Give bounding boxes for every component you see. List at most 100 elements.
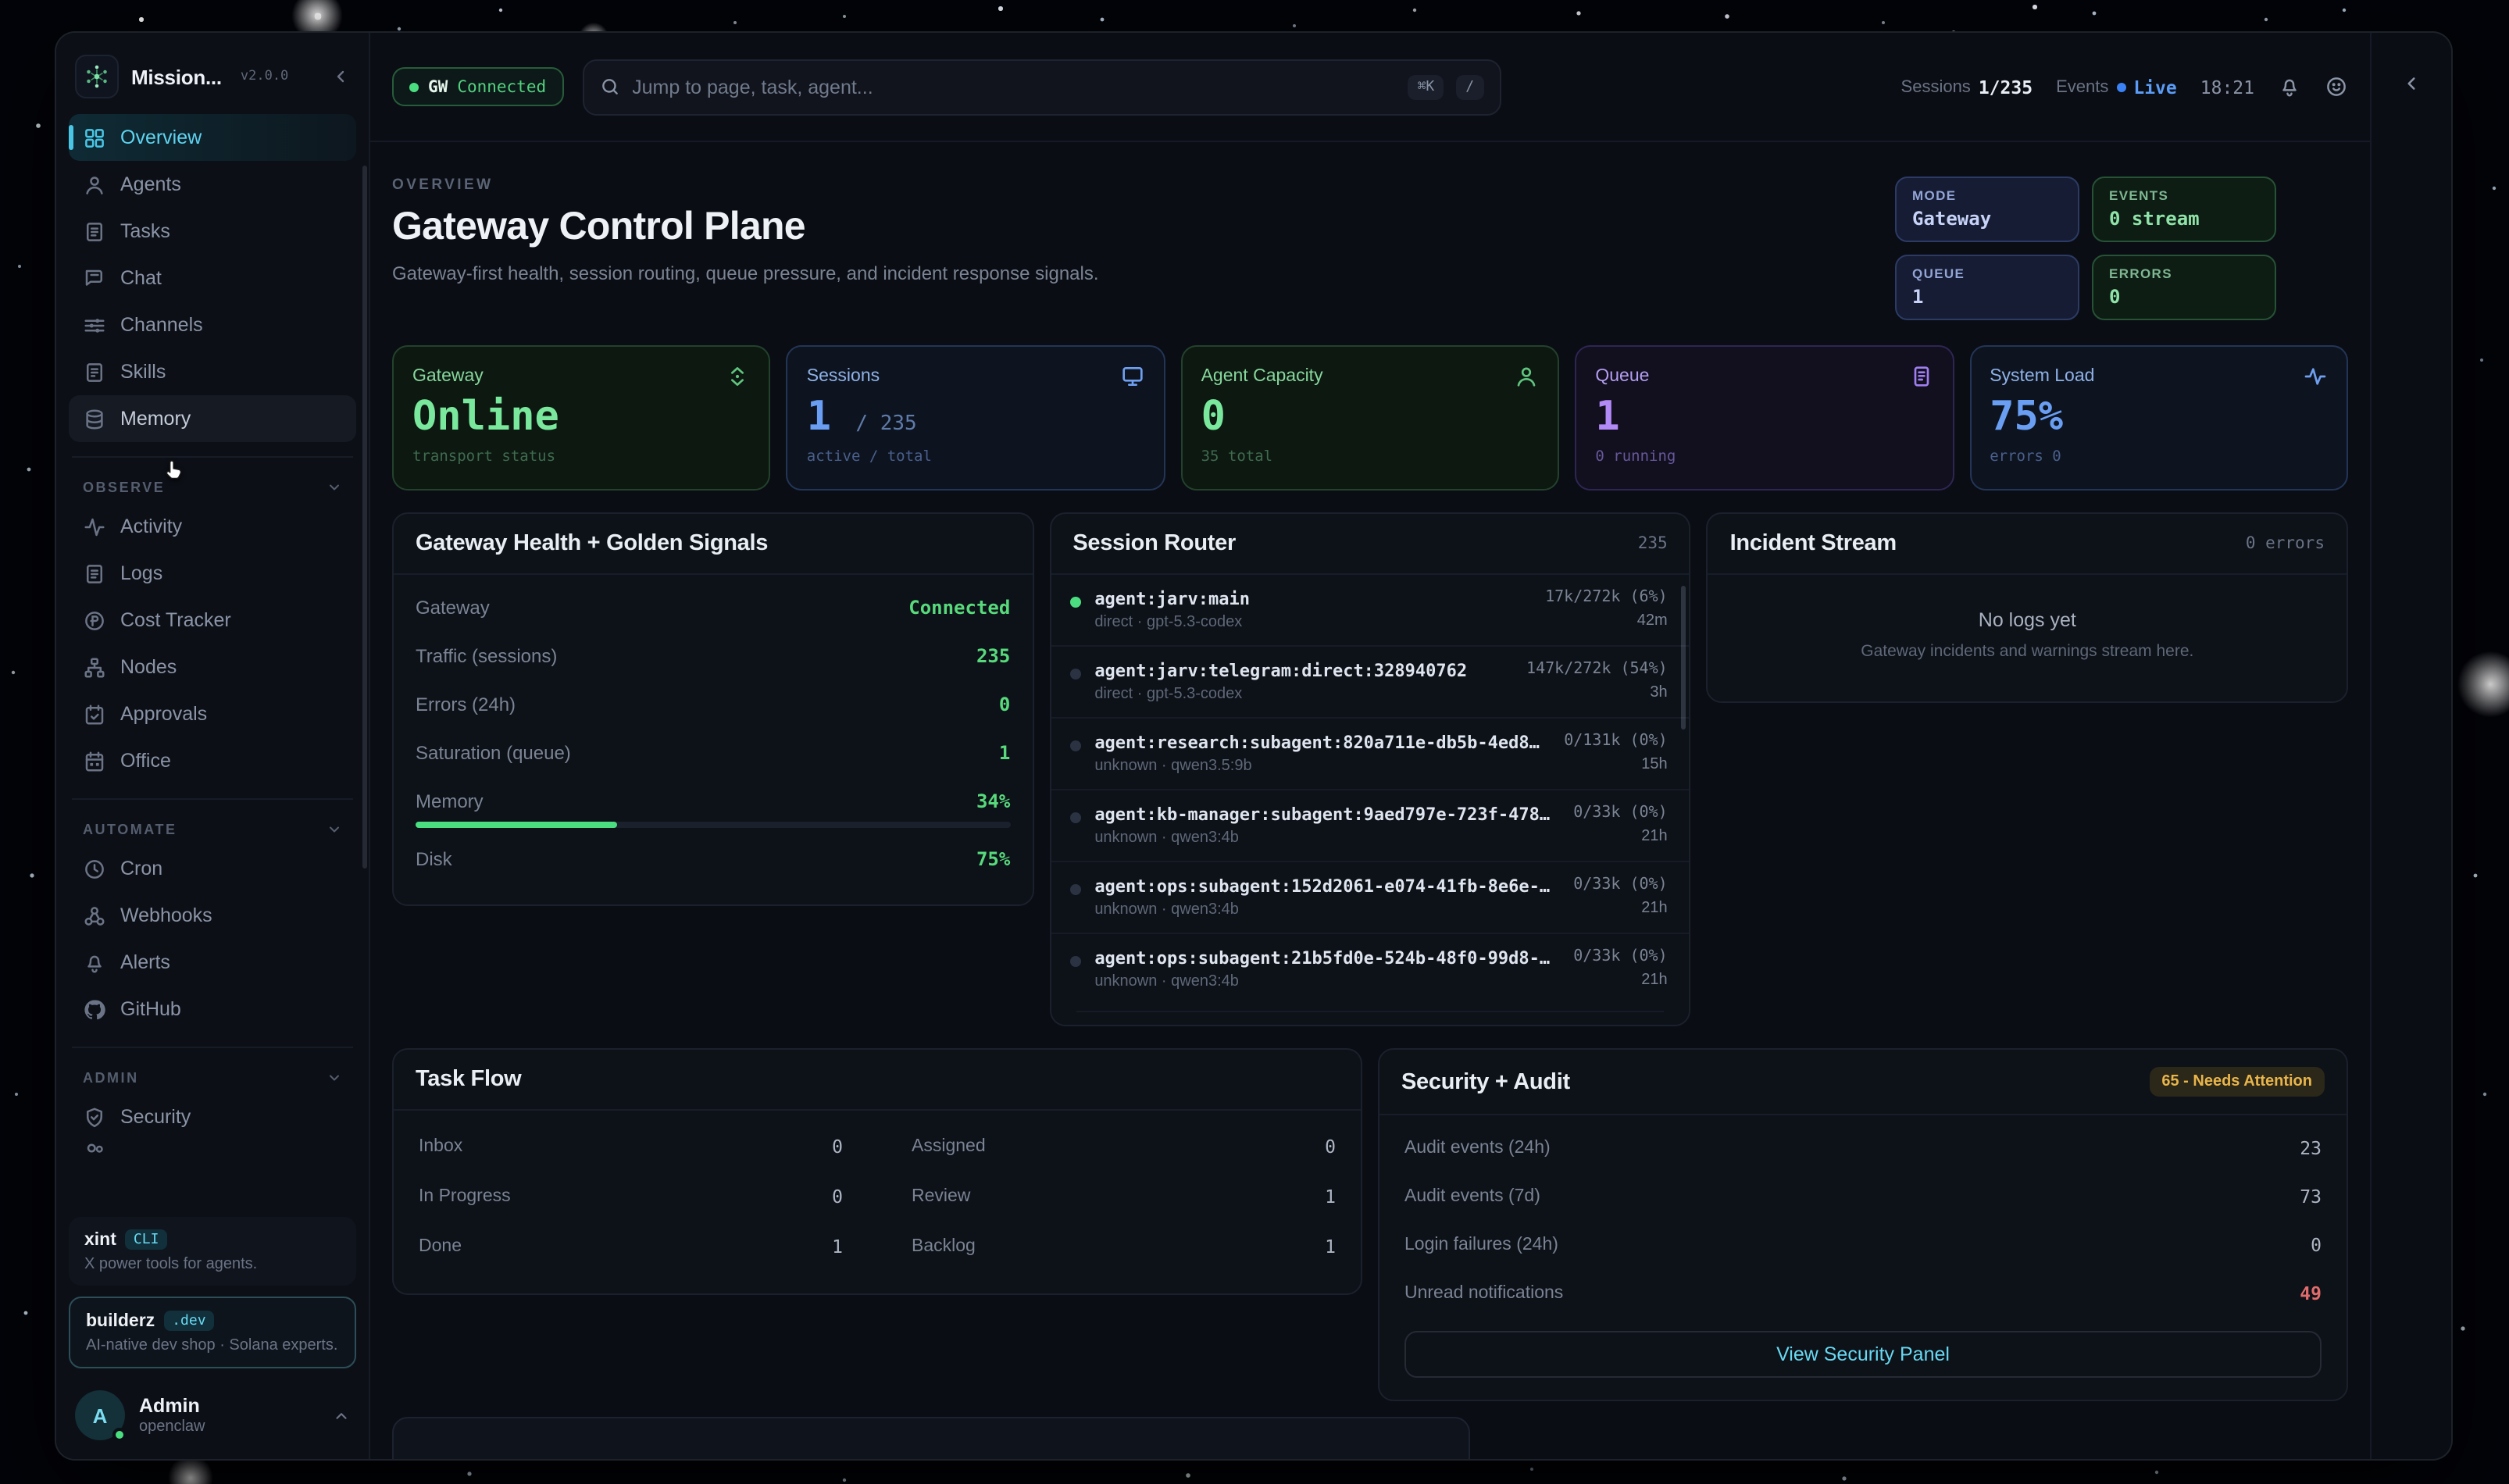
search-input[interactable] (632, 76, 1395, 98)
status-dot (409, 82, 419, 91)
sidebar-item-cost-tracker[interactable]: Cost Tracker (69, 597, 356, 644)
sidebar-item-label: Skills (120, 361, 166, 383)
activity-icon (83, 515, 106, 538)
clipped-panel (392, 1417, 1470, 1459)
sidebar-item-label: GitHub (120, 998, 181, 1020)
session-idle-dot (1069, 740, 1080, 751)
promo-description: X power tools for agents. (84, 1256, 341, 1273)
panel-task-flow: Task Flow Inbox0 In Progress0 Done1 Assi… (392, 1048, 1362, 1295)
calendar-icon (83, 749, 106, 772)
session-row[interactable]: agent:research:subagent:820a711e-db5b-4e… (1051, 717, 1689, 789)
session-idle-dot (1069, 956, 1080, 967)
sidebar-item-memory[interactable]: Memory (69, 395, 356, 442)
sidebar-footer: xint CLI X power tools for agents. build… (69, 1217, 356, 1443)
file-text-icon (83, 562, 106, 585)
nodes-icon (83, 655, 106, 679)
user-name: Admin (139, 1395, 205, 1417)
avatar: A (75, 1390, 125, 1440)
sidebar-item-skills[interactable]: Skills (69, 348, 356, 395)
sidebar-item-label: Chat (120, 267, 162, 289)
sidebar-collapse-button[interactable] (331, 67, 350, 86)
session-row[interactable]: agent:ops:subagent:152d2061-e074-41fb-8e… (1051, 861, 1689, 933)
global-search[interactable]: ⌘K / (582, 59, 1501, 115)
stat-cards: Gateway Online transport status Sessions… (392, 345, 2348, 491)
sidebar-item-nodes[interactable]: Nodes (69, 644, 356, 690)
sidebar-item-tasks[interactable]: Tasks (69, 208, 356, 255)
sidebar-item-label: Channels (120, 314, 203, 336)
sidebar-item-webhooks[interactable]: Webhooks (69, 892, 356, 939)
promo-card-builderz[interactable]: builderz .dev AI-native dev shop · Solan… (69, 1297, 356, 1368)
sidebar-section-automate[interactable]: AUTOMATE (69, 814, 356, 845)
user-menu[interactable]: A Admin openclaw (69, 1379, 356, 1443)
antenna-icon (726, 364, 751, 389)
panel-security-audit: Security + Audit 65 - Needs Attention Au… (1378, 1048, 2348, 1401)
sessions-counter: Sessions 1/235 (1901, 76, 2033, 98)
stat-card-system-load: System Load 75% errors 0 (1969, 345, 2348, 491)
sidebar-item-overview[interactable]: Overview (69, 114, 356, 161)
notifications-bell-button[interactable] (2278, 75, 2301, 98)
sidebar-item-approvals[interactable]: Approvals (69, 690, 356, 737)
stat-total: / 235 (855, 412, 916, 436)
sidebar-item-logs[interactable]: Logs (69, 550, 356, 597)
document-icon (83, 360, 106, 383)
right-rail (2370, 33, 2451, 1459)
events-live: Events Live (2056, 76, 2177, 98)
memory-progress-bar (416, 821, 1010, 827)
sidebar-scrollbar[interactable] (362, 166, 367, 869)
list-icon (1908, 364, 1933, 389)
sidebar-item-office[interactable]: Office (69, 737, 356, 784)
memory-progress-fill (416, 821, 618, 827)
sidebar-item-activity[interactable]: Activity (69, 503, 356, 550)
topbar-status-cluster: Sessions 1/235 Events Live 18:21 (1901, 75, 2348, 98)
sidebar-item-label: Office (120, 750, 171, 772)
main-area: GW Connected ⌘K / Sessions 1/235 (370, 33, 2370, 1459)
promo-card-xint[interactable]: xint CLI X power tools for agents. (69, 1217, 356, 1286)
session-router-scrollbar[interactable] (1682, 586, 1686, 730)
divider (72, 798, 353, 800)
sidebar-item-github[interactable]: GitHub (69, 986, 356, 1033)
sidebar-item-label: Cost Tracker (120, 609, 231, 631)
sidebar-item-security[interactable]: Security (69, 1093, 356, 1140)
session-row[interactable]: agent:jarv:maindirect · gpt-5.3-codex 17… (1051, 575, 1689, 645)
gateway-status-badge[interactable]: GW Connected (392, 67, 563, 106)
monitor-icon (1120, 364, 1145, 389)
feedback-smiley-button[interactable] (2325, 75, 2348, 98)
sidebar-item-label: Memory (120, 408, 191, 430)
screen: Mission... v2.0.0 Overview Agents Tasks (0, 0, 2509, 1484)
chevron-down-icon (327, 480, 342, 495)
session-row[interactable]: agent:kb-manager:subagent:9aed797e-723f-… (1051, 789, 1689, 861)
sliders-icon (83, 313, 106, 337)
chip-mode: MODE Gateway (1895, 177, 2079, 242)
view-security-panel-button[interactable]: View Security Panel (1404, 1331, 2322, 1378)
user-org: openclaw (139, 1418, 205, 1436)
breadcrumb: OVERVIEW (392, 177, 1099, 194)
person-icon (1514, 364, 1539, 389)
stat-sub: errors 0 (1990, 448, 2328, 466)
sidebar-section-admin[interactable]: ADMIN (69, 1062, 356, 1093)
chip-queue: QUEUE 1 (1895, 255, 2079, 320)
stat-value: Online (412, 397, 751, 437)
promo-badge: CLI (126, 1229, 167, 1250)
empty-state: No logs yet Gateway incidents and warnin… (1708, 575, 2347, 701)
page-title: Gateway Control Plane (392, 205, 1099, 250)
promo-name: builderz (86, 1311, 155, 1330)
kbd-cmd-k: ⌘K (1408, 74, 1444, 99)
sidebar-item-agents[interactable]: Agents (69, 161, 356, 208)
sidebar-item-label: Activity (120, 515, 182, 537)
session-row[interactable]: agent:ops:subagent:21b5fd0e-524b-48f0-99… (1051, 933, 1689, 1004)
sidebar-item-channels[interactable]: Channels (69, 301, 356, 348)
app-title: Mission... (131, 65, 222, 88)
collapse-right-panel-button[interactable] (2401, 73, 2422, 102)
stat-card-sessions: Sessions 1 / 235 active / total (787, 345, 1165, 491)
sidebar-item-alerts[interactable]: Alerts (69, 939, 356, 986)
chip-errors: ERRORS 0 (2092, 255, 2276, 320)
session-row[interactable]: agent:jarv:telegram:direct:328940762dire… (1051, 645, 1689, 717)
gw-status: Connected (457, 77, 546, 96)
stat-label: System Load (1990, 367, 2094, 386)
panel-gateway-health: Gateway Health + Golden Signals GatewayC… (392, 512, 1033, 905)
stat-value: 75% (1990, 397, 2328, 437)
sidebar-item-cron[interactable]: Cron (69, 845, 356, 892)
sidebar-item-chat[interactable]: Chat (69, 255, 356, 301)
sidebar-section-observe[interactable]: OBSERVE (69, 472, 356, 503)
sidebar-item-partial[interactable] (69, 1140, 356, 1159)
